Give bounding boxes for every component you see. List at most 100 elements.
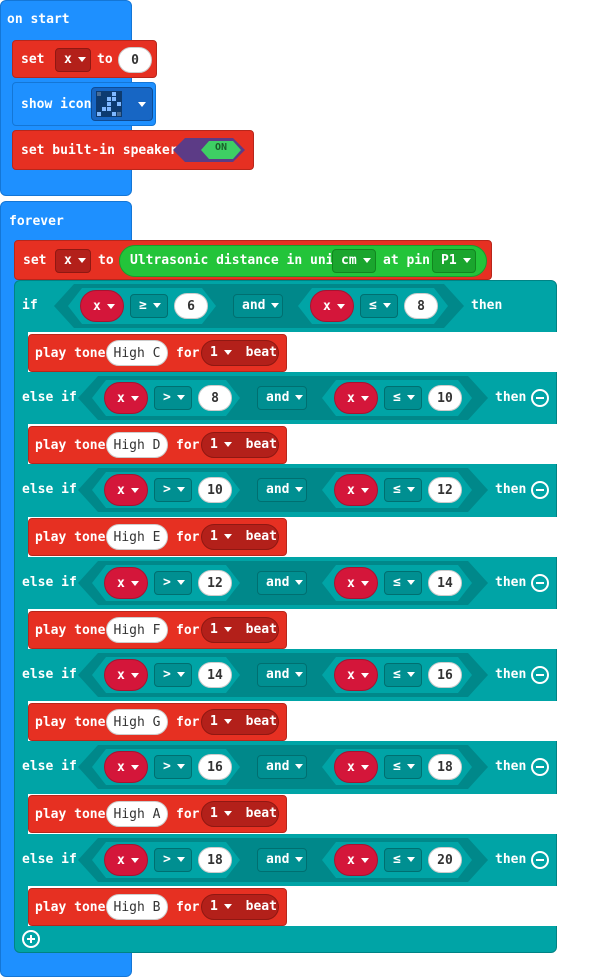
- operator-dropdown[interactable]: ≤: [384, 663, 422, 687]
- tone-input[interactable]: High B: [106, 894, 168, 920]
- tone-input[interactable]: High F: [106, 617, 168, 643]
- plus-circle-icon[interactable]: [22, 930, 40, 948]
- variable-dropdown[interactable]: x: [55, 249, 91, 273]
- minus-circle-icon[interactable]: [531, 389, 549, 407]
- variable-x-pill[interactable]: x: [104, 474, 148, 506]
- operator-dropdown[interactable]: >: [154, 663, 192, 687]
- operator-dropdown[interactable]: ≤: [360, 294, 398, 318]
- tone-input[interactable]: High D: [106, 432, 168, 458]
- logic-dropdown[interactable]: and: [257, 386, 307, 410]
- number-input[interactable]: 18: [428, 754, 462, 780]
- icon-picker[interactable]: [91, 87, 153, 121]
- number-input[interactable]: 20: [428, 847, 462, 873]
- logic-dropdown[interactable]: and: [257, 478, 307, 502]
- play-tone-block[interactable]: play tone High G for 1 beat: [28, 703, 287, 741]
- operator-dropdown[interactable]: >: [154, 478, 192, 502]
- variable-x-pill[interactable]: x: [334, 567, 378, 599]
- logic-dropdown[interactable]: and: [257, 755, 307, 779]
- variable-x-pill[interactable]: x: [104, 382, 148, 414]
- ultrasonic-block[interactable]: Ultrasonic distance in unit cm at pin P1: [119, 245, 487, 277]
- beats-dropdown[interactable]: 1 beat: [201, 340, 279, 366]
- logic-dropdown[interactable]: and: [257, 571, 307, 595]
- variable-x-pill[interactable]: x: [104, 844, 148, 876]
- then-label: then: [471, 298, 503, 313]
- variable-x-pill[interactable]: x: [104, 567, 148, 599]
- variable-x-pill[interactable]: x: [334, 751, 378, 783]
- play-tone-block[interactable]: play tone High F for 1 beat: [28, 611, 287, 649]
- number-input[interactable]: 16: [198, 754, 232, 780]
- operator-dropdown[interactable]: >: [154, 571, 192, 595]
- beats-dropdown[interactable]: 1 beat: [201, 524, 279, 550]
- beats-dropdown[interactable]: 1 beat: [201, 801, 279, 827]
- minus-circle-icon[interactable]: [531, 481, 549, 499]
- play-tone-block[interactable]: play tone High D for 1 beat: [28, 426, 287, 464]
- operator-dropdown[interactable]: ≤: [384, 478, 422, 502]
- number-input[interactable]: 18: [198, 847, 232, 873]
- condition-keyword: else if: [22, 482, 77, 497]
- number-input[interactable]: 10: [198, 477, 232, 503]
- number-input[interactable]: 14: [198, 662, 232, 688]
- play-tone-block[interactable]: play tone High A for 1 beat: [28, 795, 287, 833]
- unit-dropdown[interactable]: cm: [332, 249, 376, 273]
- play-tone-block[interactable]: play tone High E for 1 beat: [28, 518, 287, 556]
- play-tone-block[interactable]: play tone High C for 1 beat: [28, 334, 287, 372]
- number-input[interactable]: 6: [174, 293, 208, 319]
- number-input[interactable]: 12: [198, 570, 232, 596]
- tone-input[interactable]: High E: [106, 524, 168, 550]
- beats-dropdown[interactable]: 1 beat: [201, 617, 279, 643]
- operator-dropdown[interactable]: >: [154, 386, 192, 410]
- logic-dropdown[interactable]: and: [257, 848, 307, 872]
- chevron-down-icon: [462, 258, 471, 263]
- operator-dropdown[interactable]: ≥: [130, 294, 168, 318]
- tone-input[interactable]: High C: [106, 340, 168, 366]
- logic-dropdown[interactable]: and: [233, 294, 283, 318]
- variable-x-pill[interactable]: x: [334, 844, 378, 876]
- number-input[interactable]: 10: [428, 385, 462, 411]
- beats-dropdown[interactable]: 1 beat: [201, 432, 279, 458]
- number-input[interactable]: 8: [198, 385, 232, 411]
- tone-input[interactable]: High G: [106, 709, 168, 735]
- pin-dropdown[interactable]: P1: [432, 249, 476, 273]
- minus-circle-icon[interactable]: [531, 851, 549, 869]
- number-input[interactable]: 16: [428, 662, 462, 688]
- operator-dropdown[interactable]: ≤: [384, 848, 422, 872]
- chevron-down-icon: [223, 811, 232, 816]
- chevron-down-icon: [223, 350, 232, 355]
- operator-dropdown[interactable]: >: [154, 848, 192, 872]
- tone-input[interactable]: High A: [106, 801, 168, 827]
- variable-x-pill[interactable]: x: [334, 474, 378, 506]
- speaker-toggle[interactable]: ON: [173, 138, 245, 162]
- variable-x-pill[interactable]: x: [310, 290, 354, 322]
- chevron-down-icon: [360, 858, 369, 863]
- number-input[interactable]: 14: [428, 570, 462, 596]
- set-x-block[interactable]: set x to 0: [12, 40, 157, 78]
- operator-dropdown[interactable]: ≤: [384, 755, 422, 779]
- variable-x-pill[interactable]: x: [334, 382, 378, 414]
- operator-dropdown[interactable]: >: [154, 755, 192, 779]
- show-icon-block[interactable]: show icon: [12, 82, 156, 126]
- speaker-block[interactable]: set built-in speaker ON: [12, 130, 254, 170]
- variable-x-pill[interactable]: x: [104, 659, 148, 691]
- variable-dropdown[interactable]: x: [55, 48, 91, 72]
- chevron-down-icon: [223, 442, 232, 447]
- variable-x-pill[interactable]: x: [334, 659, 378, 691]
- beats-dropdown[interactable]: 1 beat: [201, 894, 279, 920]
- play-tone-block[interactable]: play tone High B for 1 beat: [28, 888, 287, 926]
- minus-circle-icon[interactable]: [531, 666, 549, 684]
- number-input[interactable]: 8: [404, 293, 438, 319]
- chevron-down-icon: [138, 102, 146, 107]
- value-input[interactable]: 0: [118, 47, 152, 73]
- minus-circle-icon[interactable]: [531, 758, 549, 776]
- logic-dropdown[interactable]: and: [257, 663, 307, 687]
- operator-dropdown[interactable]: ≤: [384, 386, 422, 410]
- then-label: then: [495, 852, 527, 867]
- condition-keyword: else if: [22, 759, 77, 774]
- beats-dropdown[interactable]: 1 beat: [201, 709, 279, 735]
- chevron-down-icon: [223, 627, 232, 632]
- variable-x-pill[interactable]: x: [80, 290, 124, 322]
- variable-x-pill[interactable]: x: [104, 751, 148, 783]
- number-input[interactable]: 12: [428, 477, 462, 503]
- minus-circle-icon[interactable]: [531, 574, 549, 592]
- operator-dropdown[interactable]: ≤: [384, 571, 422, 595]
- set-x-sensor-block[interactable]: set x to Ultrasonic distance in unit cm …: [14, 240, 492, 280]
